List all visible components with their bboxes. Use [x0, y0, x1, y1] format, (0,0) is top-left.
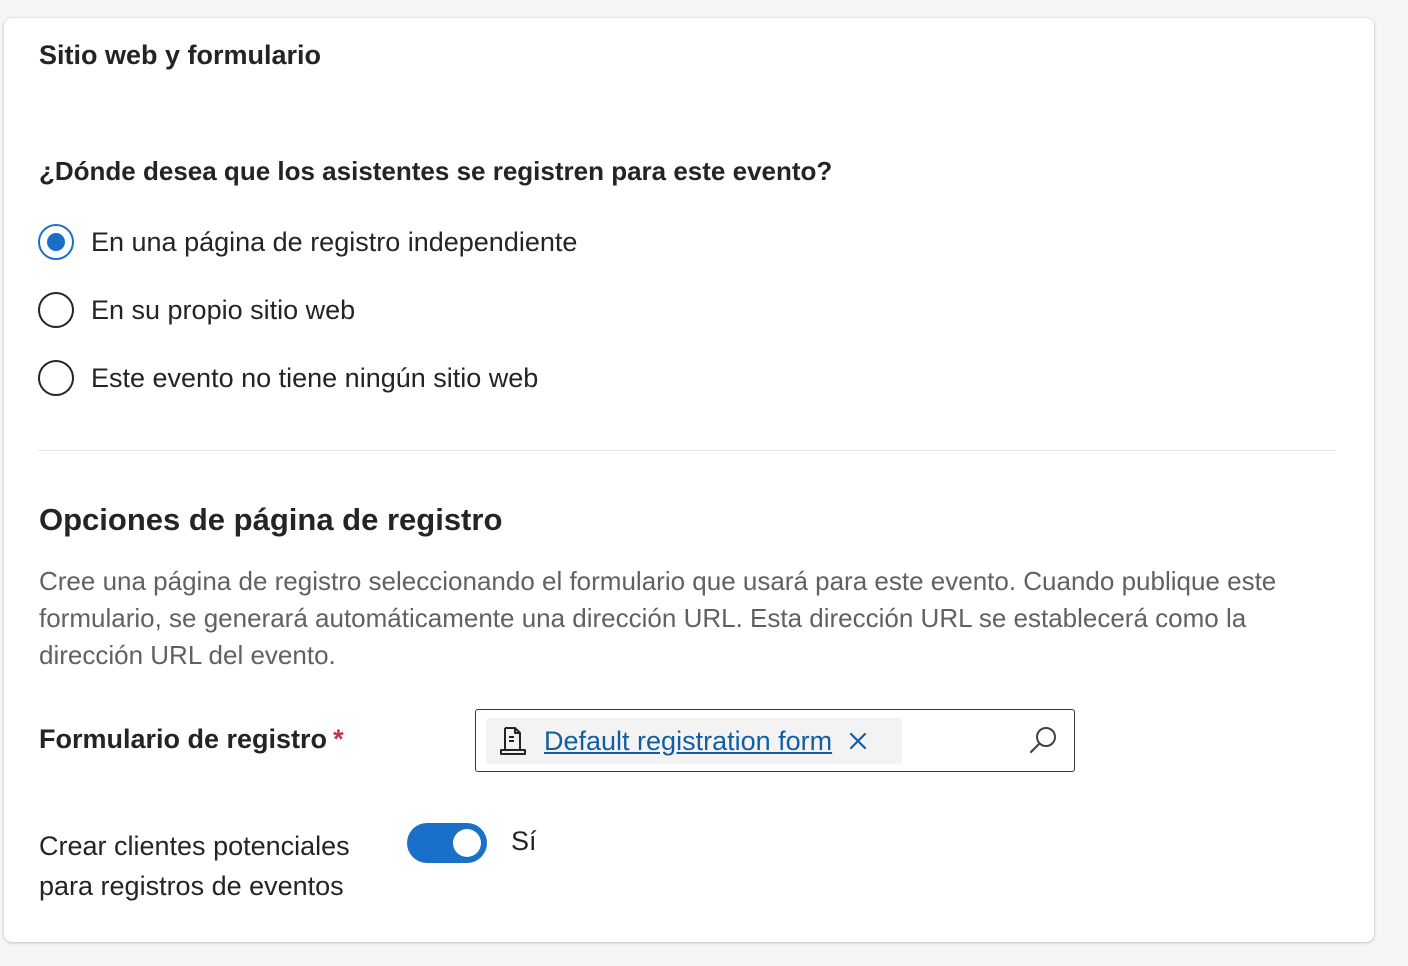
- radio-dot: [47, 233, 65, 251]
- registration-form-lookup[interactable]: Default registration form: [475, 709, 1075, 772]
- form-document-icon: [499, 725, 527, 757]
- toggle-knob: [453, 829, 481, 857]
- registration-page-description: Cree una página de registro seleccionand…: [39, 566, 1277, 670]
- radio-own-website[interactable]: En su propio sitio web: [38, 289, 355, 331]
- required-asterisk: *: [333, 724, 344, 754]
- radio-label-no-website: Este evento no tiene ningún sitio web: [91, 362, 539, 393]
- registration-page-options-title: Opciones de página de registro: [39, 502, 503, 537]
- selected-form-link[interactable]: Default registration form: [544, 726, 832, 757]
- create-leads-label: Crear clientes potenciales para registro…: [39, 831, 350, 901]
- radio-no-website[interactable]: Este evento no tiene ningún sitio web: [38, 357, 538, 399]
- toggle-value-label: Sí: [511, 826, 537, 856]
- radio-button-checked[interactable]: [38, 224, 74, 260]
- registration-form-label: Formulario de registro *: [39, 724, 344, 755]
- create-leads-toggle[interactable]: [407, 823, 487, 863]
- radio-standalone-page[interactable]: En una página de registro independiente: [38, 221, 577, 263]
- radio-label-own-website: En su propio sitio web: [91, 294, 356, 325]
- radio-button[interactable]: [38, 292, 74, 328]
- registration-location-question: ¿Dónde desea que los asistentes se regis…: [39, 156, 833, 186]
- remove-selection-icon[interactable]: [846, 729, 870, 753]
- registration-form-label-text: Formulario de registro: [39, 724, 328, 754]
- selected-form-tag: Default registration form: [486, 718, 902, 764]
- section-divider: [38, 450, 1336, 451]
- radio-button[interactable]: [38, 360, 74, 396]
- card-title: Sitio web y formulario: [39, 40, 322, 70]
- website-and-form-card: Sitio web y formulario ¿Dónde desea que …: [4, 18, 1374, 942]
- radio-label-standalone-page: En una página de registro independiente: [91, 226, 578, 257]
- search-icon[interactable]: [1026, 723, 1060, 757]
